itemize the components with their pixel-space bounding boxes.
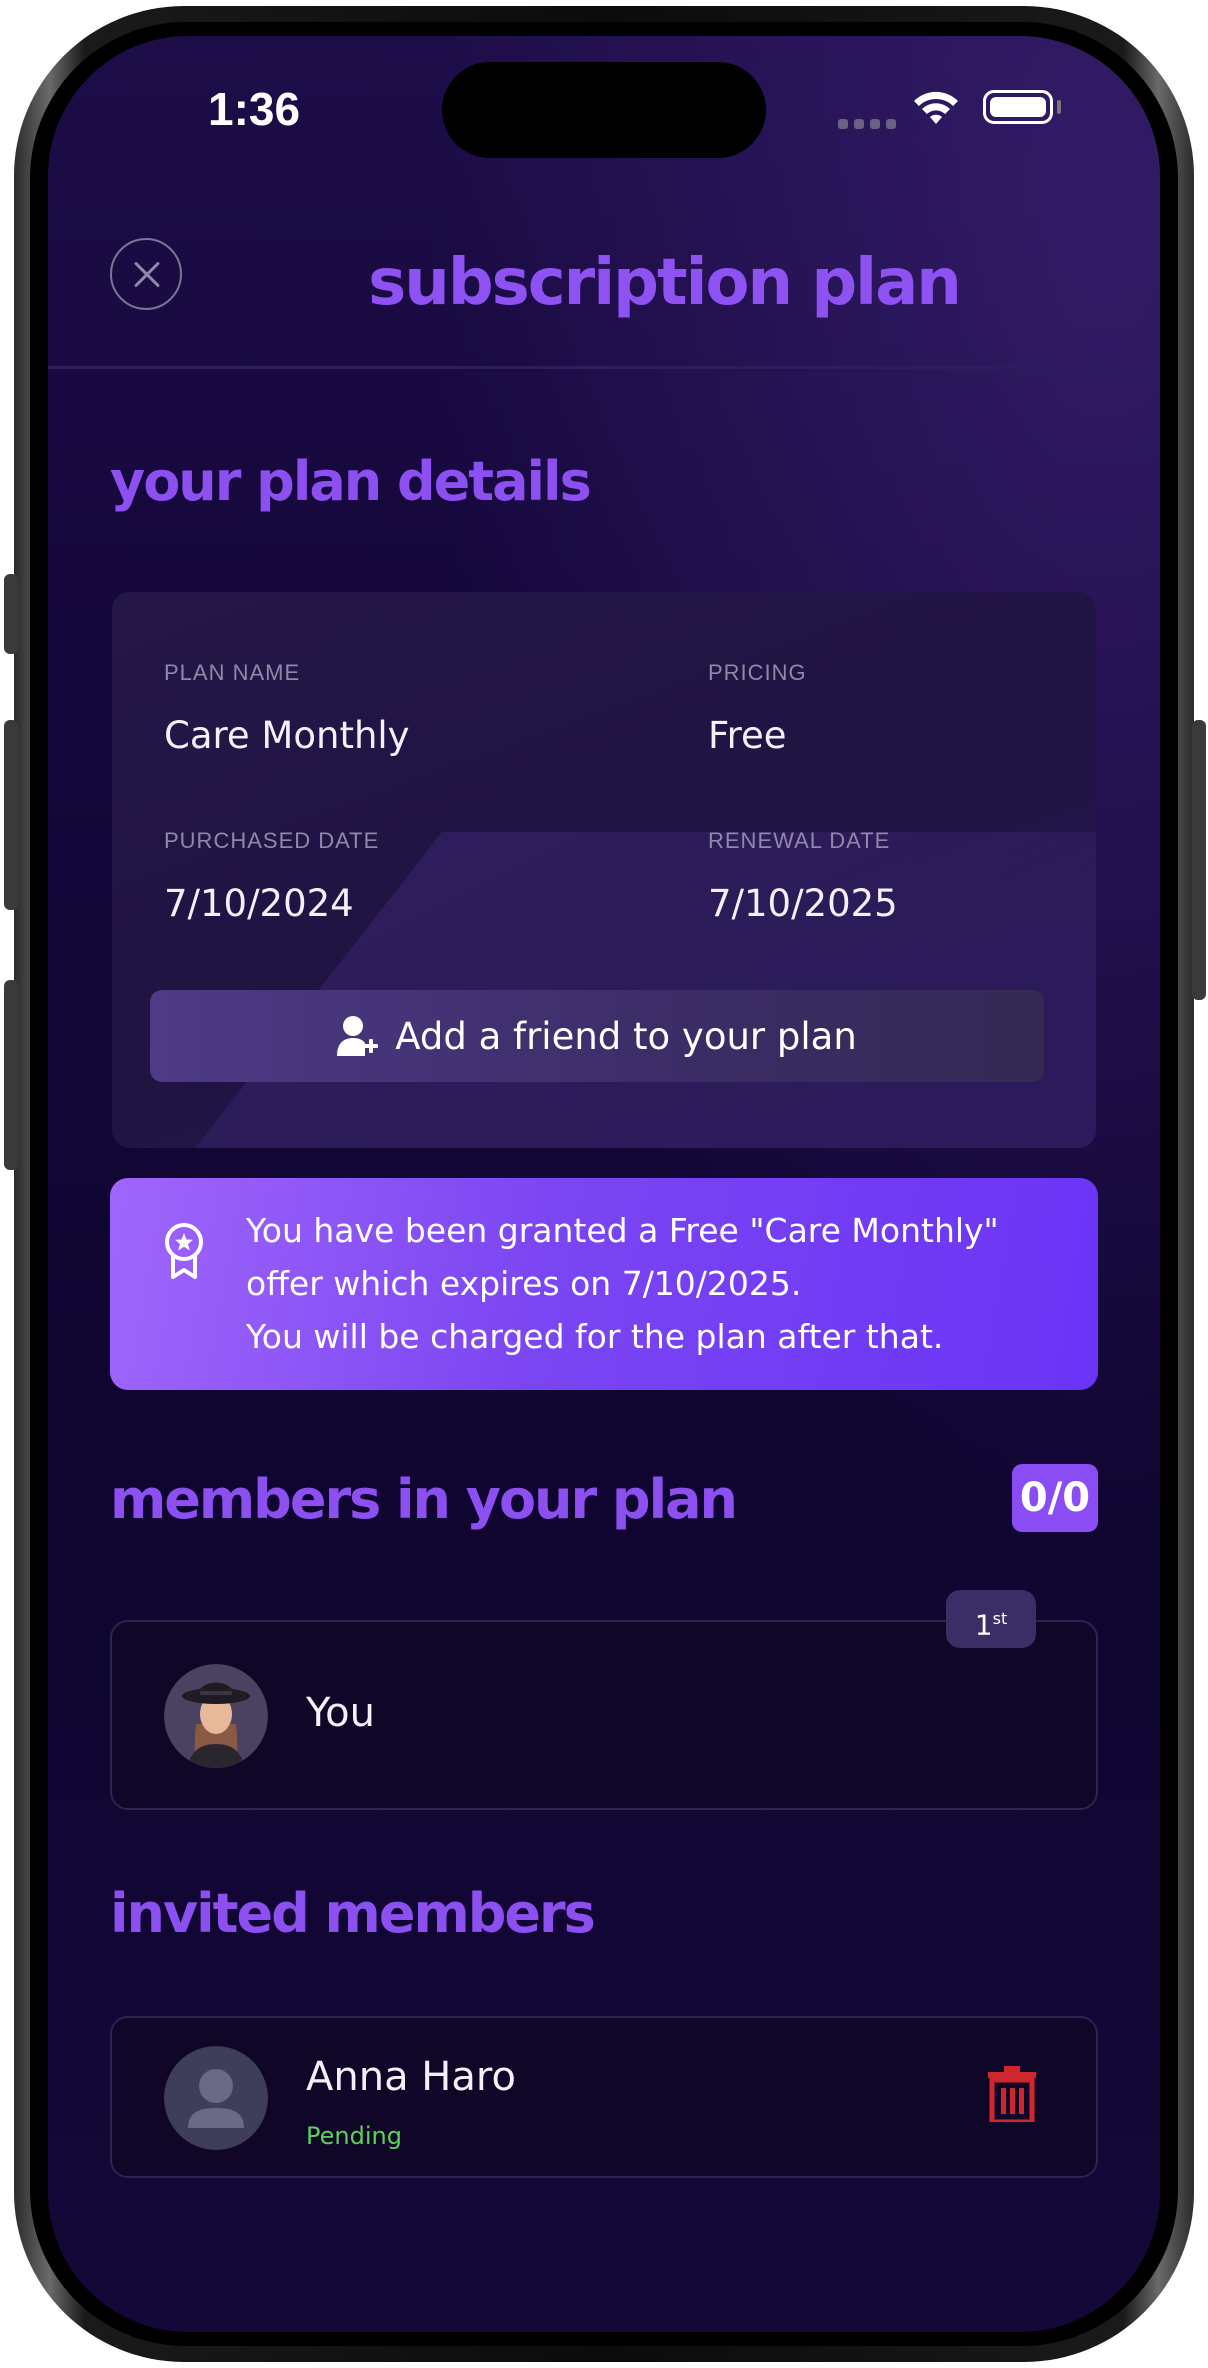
renewal-date-value: 7/10/2025 (708, 882, 898, 925)
offer-line: offer which expires on 7/10/2025. (246, 1264, 802, 1303)
offer-line: You will be charged for the plan after t… (246, 1317, 944, 1356)
plan-details-heading: your plan details (110, 450, 592, 513)
offer-banner: You have been granted a Free "Care Month… (110, 1178, 1098, 1390)
volume-down-button (4, 980, 18, 1170)
renewal-date-label: RENEWAL DATE (708, 828, 891, 853)
avatar (164, 1664, 268, 1768)
invited-heading: invited members (110, 1882, 596, 1945)
battery-tip (1057, 100, 1061, 114)
page-title: subscription plan (368, 246, 962, 320)
members-count-badge: 0/0 (1012, 1464, 1098, 1532)
rank-number: 1 (974, 1608, 993, 1642)
power-button (1192, 720, 1206, 1000)
wifi-icon (914, 91, 958, 124)
members-heading: members in your plan (110, 1468, 738, 1531)
trash-icon[interactable] (986, 2066, 1038, 2122)
close-button[interactable] (110, 238, 182, 310)
purchased-date-label: PURCHASED DATE (164, 828, 380, 853)
invited-member-name: Anna Haro (306, 2054, 516, 2100)
member-name: You (306, 1690, 375, 1736)
award-icon (165, 1223, 203, 1279)
status-bar: 1:36 (48, 36, 1160, 158)
cellular-signal-icon (838, 114, 902, 133)
plan-details-card: PLAN NAME Care Monthly PRICING Free PURC… (112, 592, 1096, 1148)
avatar-placeholder-icon (164, 2046, 268, 2150)
app-screen: 1:36 subscription plan your plan details… (48, 36, 1160, 2332)
offer-line: You have been granted a Free "Care Month… (246, 1211, 999, 1250)
add-person-icon (337, 1016, 379, 1056)
battery-icon (983, 90, 1053, 124)
pricing-label: PRICING (708, 660, 807, 685)
rank-badge: 1st (946, 1590, 1036, 1648)
member-card[interactable]: You (110, 1620, 1098, 1810)
add-friend-button[interactable]: Add a friend to your plan (150, 990, 1044, 1082)
status-time: 1:36 (208, 83, 301, 135)
volume-up-button (4, 720, 18, 910)
pricing-value: Free (708, 714, 787, 757)
rank-suffix: st (992, 1609, 1008, 1628)
invite-status: Pending (306, 2122, 402, 2150)
plan-name-value: Care Monthly (164, 714, 410, 757)
plan-name-label: PLAN NAME (164, 660, 301, 685)
app-header: subscription plan (48, 196, 1160, 369)
purchased-date-value: 7/10/2024 (164, 882, 354, 925)
mute-switch (4, 574, 18, 654)
invited-member-card[interactable]: Anna Haro Pending (110, 2016, 1098, 2178)
avatar-illustration (164, 1664, 268, 1768)
dynamic-island (442, 62, 766, 158)
offer-text: You have been granted a Free "Care Month… (246, 1204, 1068, 1363)
add-friend-label: Add a friend to your plan (395, 1014, 857, 1058)
